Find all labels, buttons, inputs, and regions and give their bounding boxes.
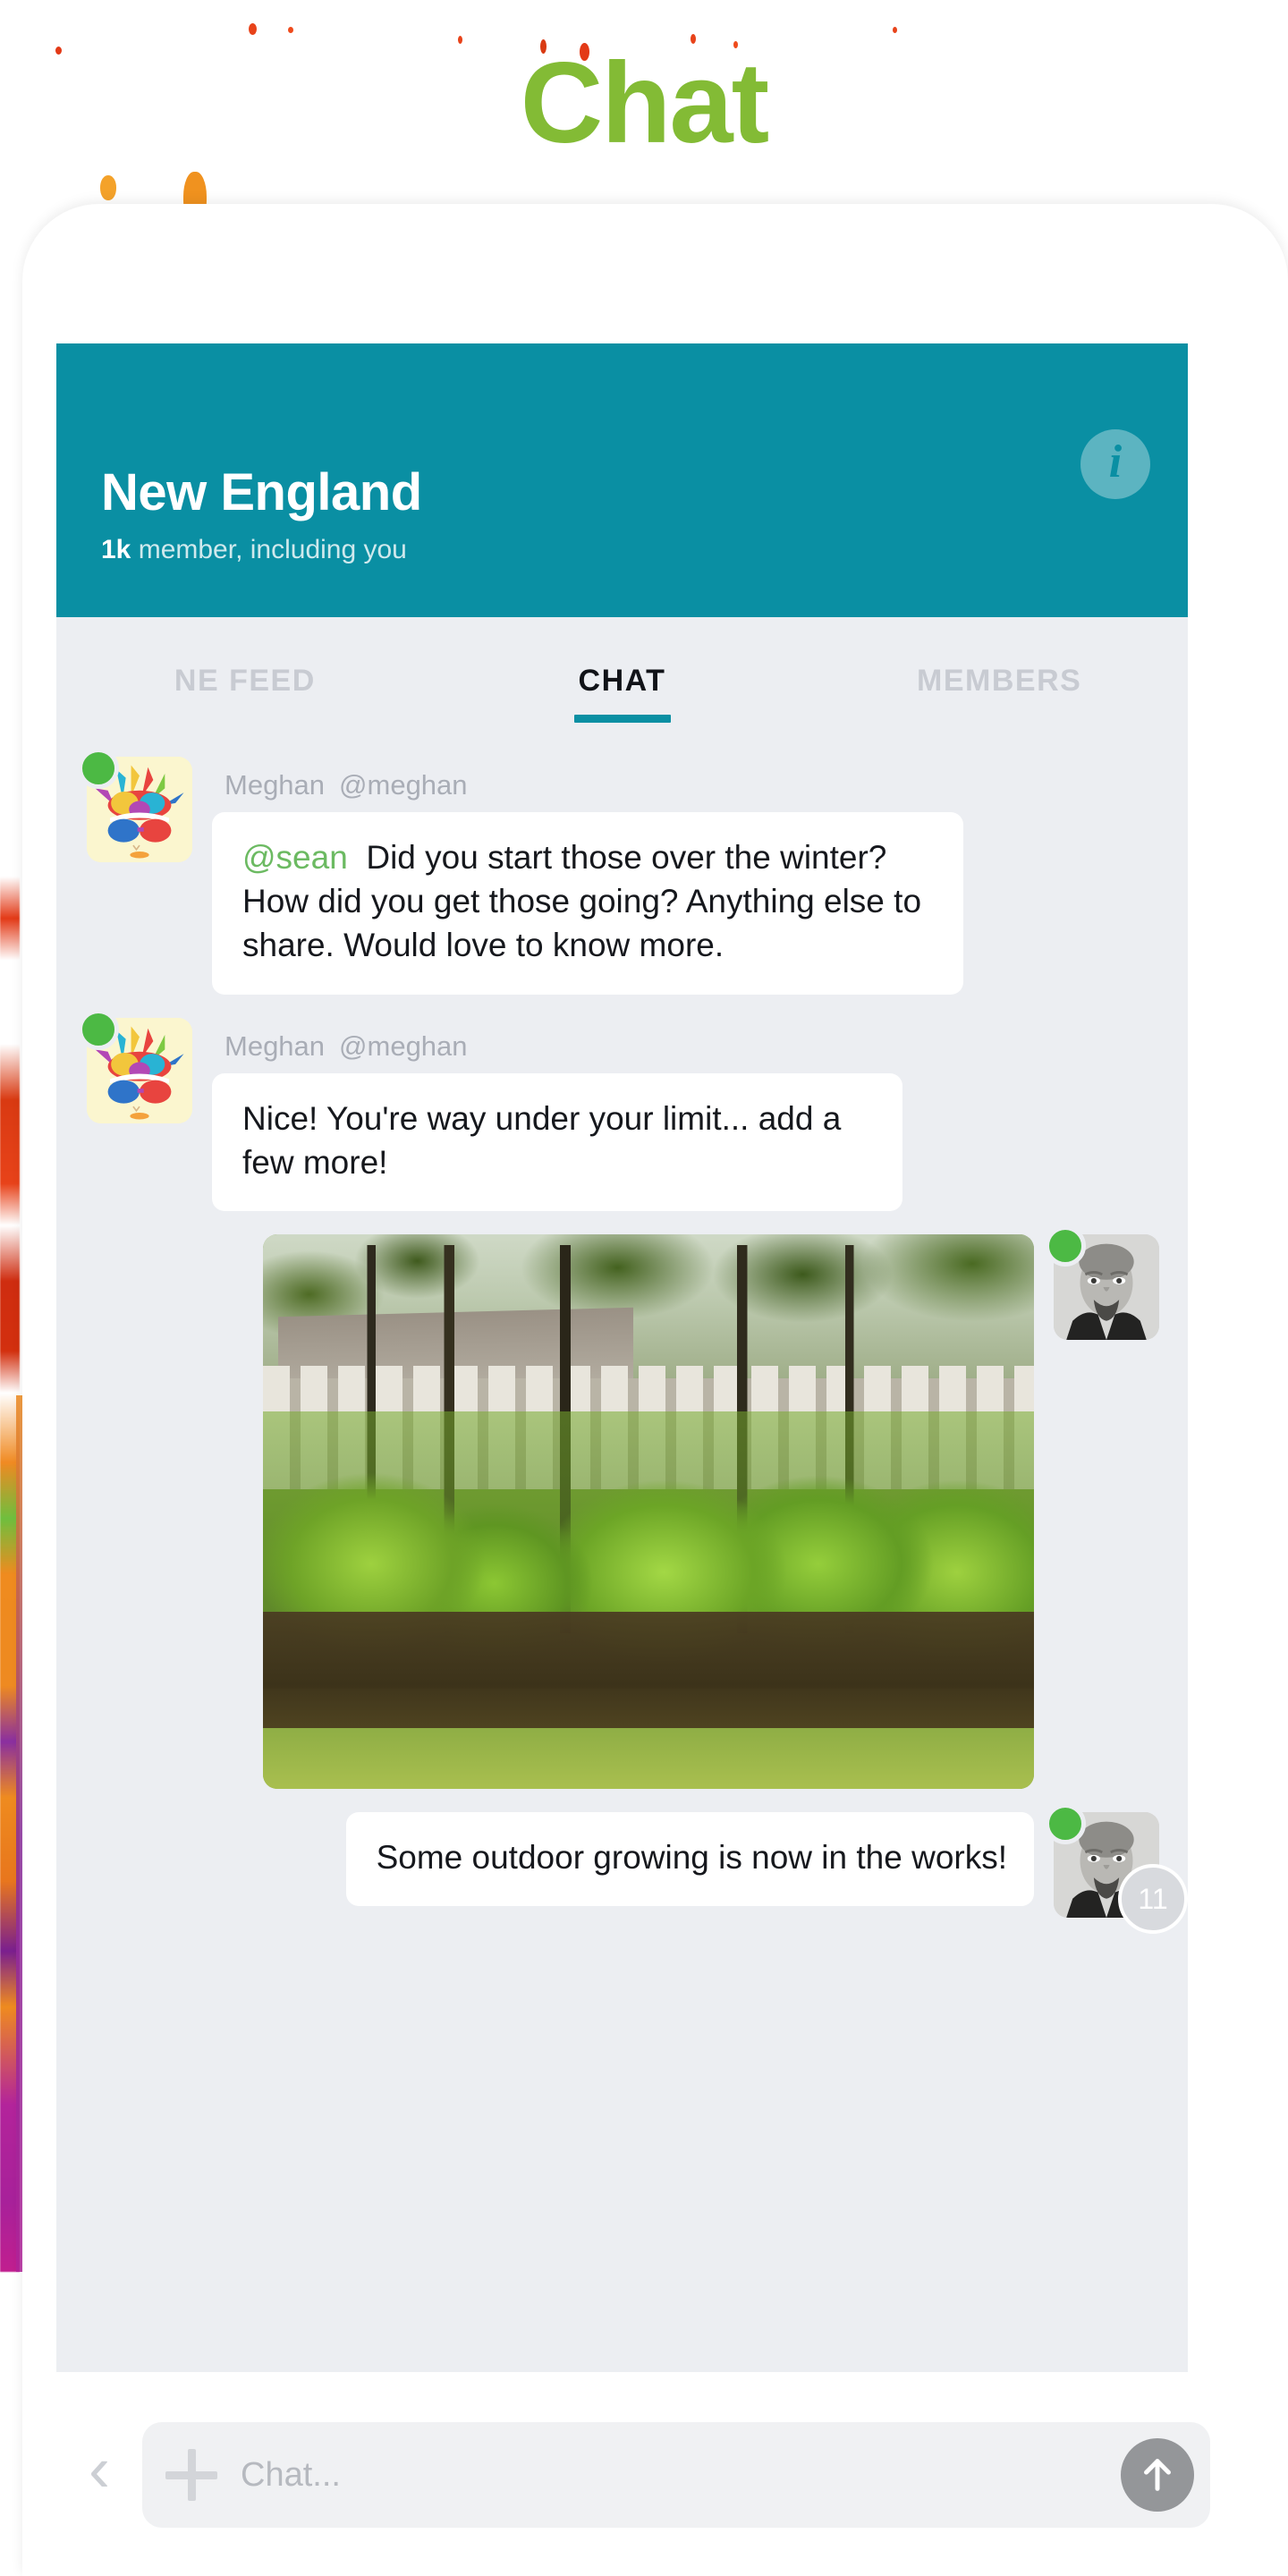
photo-grass — [263, 1727, 1034, 1790]
online-status-dot — [1045, 1225, 1086, 1267]
message-row: Meghan @meghan @sean Did you start those … — [56, 748, 1188, 995]
composer-bar: ‹ Chat... — [56, 2417, 1210, 2533]
member-count: 1k — [101, 535, 131, 564]
chevron-left-icon[interactable]: ‹ — [56, 2437, 142, 2502]
message-handle: @meghan — [339, 1030, 468, 1062]
unread-count-badge: 11 — [1118, 1864, 1188, 1935]
info-icon-glyph: i — [1108, 436, 1123, 487]
chat-input-container[interactable]: Chat... — [142, 2422, 1210, 2528]
message-bubble[interactable]: Some outdoor growing is now in the works… — [345, 1812, 1034, 1907]
message-bubble[interactable]: Nice! You're way under your limit... add… — [212, 1072, 902, 1212]
message-meta: Meghan @meghan — [225, 769, 1159, 801]
message-body: Meghan @meghan @sean Did you start those … — [212, 757, 1159, 995]
plus-icon[interactable] — [165, 2449, 217, 2501]
message-list[interactable]: Meghan @meghan @sean Did you start those … — [56, 744, 1188, 1935]
message-author: Meghan — [225, 769, 326, 801]
page-title: Chat — [520, 39, 769, 167]
tab-ne-feed[interactable]: NE FEED — [56, 617, 434, 744]
message-bubble[interactable]: @sean Did you start those over the winte… — [212, 812, 963, 995]
group-name: New England — [101, 463, 422, 521]
message-row: Some outdoor growing is now in the works… — [56, 1803, 1188, 1935]
arrow-up-icon — [1144, 2459, 1171, 2491]
paint-splatter-strip — [0, 877, 20, 2272]
avatar-wrapper[interactable] — [78, 748, 192, 862]
paint-splatter — [100, 175, 116, 200]
tab-active-underline — [573, 715, 671, 723]
tab-chat[interactable]: CHAT — [434, 617, 811, 744]
message-photo[interactable] — [263, 1234, 1034, 1790]
paint-splatter — [288, 27, 293, 33]
chat-app-screen: New England 1k member, including you i N… — [56, 343, 1188, 2372]
tab-label: MEMBERS — [917, 663, 1082, 698]
paint-splatter — [458, 36, 462, 44]
tab-label: CHAT — [578, 663, 666, 698]
online-status-dot — [78, 748, 119, 789]
mention-link[interactable]: @sean — [242, 839, 348, 876]
paint-splatter — [893, 27, 897, 33]
member-suffix: member, including you — [131, 535, 407, 564]
chat-input[interactable]: Chat... — [241, 2456, 1121, 2495]
message-author: Meghan — [225, 1030, 326, 1062]
info-icon[interactable]: i — [1080, 429, 1150, 499]
tab-members[interactable]: MEMBERS — [810, 617, 1188, 744]
online-status-dot — [1045, 1803, 1086, 1845]
message-row: Meghan @meghan Nice! You're way under you… — [56, 1008, 1188, 1212]
tab-bar: NE FEED CHAT MEMBERS — [56, 617, 1188, 744]
screenshot-root: Chat New England 1k member, including yo… — [0, 0, 1288, 2576]
member-count-line: 1k member, including you — [101, 535, 407, 565]
online-status-dot — [78, 1008, 119, 1050]
message-text: Nice! You're way under your limit... add… — [242, 1099, 842, 1181]
message-text: Some outdoor growing is now in the works… — [376, 1839, 1007, 1877]
message-handle: @meghan — [339, 769, 468, 801]
chat-header: New England 1k member, including you i — [56, 343, 1188, 617]
message-row-photo — [56, 1225, 1188, 1790]
tab-label: NE FEED — [174, 663, 316, 698]
avatar-wrapper[interactable]: 11 — [1045, 1803, 1188, 1935]
avatar-wrapper[interactable] — [78, 1008, 192, 1123]
message-meta: Meghan @meghan — [225, 1030, 1159, 1063]
avatar-wrapper[interactable] — [1045, 1225, 1159, 1341]
photo-soil — [263, 1611, 1034, 1745]
message-body: Meghan @meghan Nice! You're way under you… — [212, 1018, 1159, 1212]
paint-splatter — [249, 23, 257, 35]
send-button[interactable] — [1121, 2438, 1194, 2512]
